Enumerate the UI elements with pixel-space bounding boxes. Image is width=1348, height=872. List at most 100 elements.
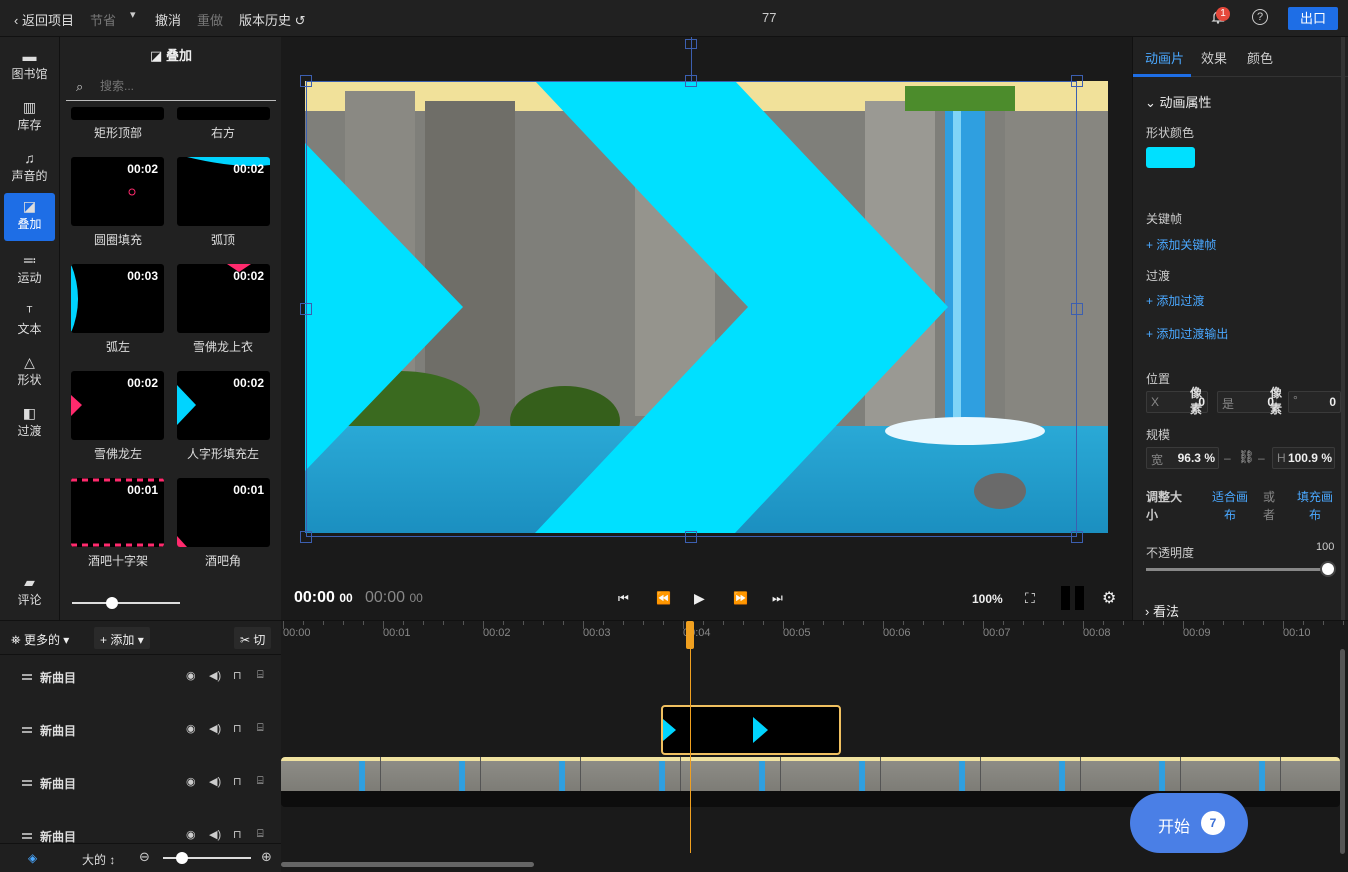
position-y-field[interactable]: 是 0 — [1217, 391, 1277, 413]
help-icon[interactable]: ? — [1252, 9, 1268, 25]
track-header[interactable]: 新曲目 ◉ ◀) ⊓ ⌸ — [0, 828, 281, 844]
drag-handle-icon[interactable] — [22, 727, 32, 733]
tab-color[interactable]: 颜色 — [1247, 48, 1273, 67]
overlay-tile-chevron-fill-left[interactable]: 00:02 — [177, 371, 270, 440]
split-view-icon[interactable] — [1061, 586, 1070, 610]
save-button[interactable]: 节省 — [90, 10, 116, 29]
overlay-tile-circle-fill[interactable]: 00:02 — [71, 157, 164, 226]
overlay-tile-bar-cross[interactable]: 00:01 — [71, 478, 164, 547]
add-keyframe-button[interactable]: + 添加关键帧 — [1146, 236, 1216, 253]
lock-icon[interactable]: ⊓ — [233, 775, 242, 788]
tab-effects[interactable]: 效果 — [1201, 48, 1227, 67]
volume-icon[interactable]: ◀) — [209, 722, 221, 735]
overlay-tile-chevron-top[interactable]: 00:02 — [177, 264, 270, 333]
settings-gear-icon[interactable]: ⚙ — [1102, 588, 1116, 608]
zoom-slider-handle[interactable] — [176, 852, 188, 864]
track-header[interactable]: 新曲目 ◉ ◀) ⊓ ⌸ — [0, 669, 281, 722]
overlay-tile-partial[interactable] — [177, 107, 270, 120]
animation-properties-header[interactable]: ⌄ 动画属性 — [1145, 92, 1212, 111]
lock-icon[interactable]: ⊓ — [233, 722, 242, 735]
fit-canvas-button[interactable]: 适合画布 — [1211, 488, 1249, 524]
scale-height-field[interactable]: H 100.9 % — [1272, 447, 1335, 469]
timeline-vertical-scrollbar[interactable] — [1340, 649, 1345, 854]
lock-icon[interactable]: ⊓ — [233, 669, 242, 682]
zoom-out-icon[interactable]: ⊖ — [139, 849, 150, 865]
volume-icon[interactable]: ◀) — [209, 669, 221, 682]
layers-icon[interactable]: ◈ — [28, 851, 37, 865]
drag-handle-icon[interactable] — [22, 674, 32, 680]
split-view-icon-right[interactable] — [1075, 586, 1084, 610]
trash-icon[interactable]: ⌸ — [257, 775, 264, 788]
overlay-tile-arc-left[interactable]: 00:03 — [71, 264, 164, 333]
zoom-level[interactable]: 100% — [972, 592, 1003, 606]
resize-handle[interactable] — [300, 531, 312, 543]
rotate-handle[interactable] — [685, 39, 697, 49]
trash-icon[interactable]: ⌸ — [257, 722, 264, 735]
add-transition-button[interactable]: + 添加过渡 — [1146, 292, 1204, 309]
skip-end-icon[interactable]: ⏭ — [772, 591, 783, 606]
nav-comments[interactable]: ▰ 评论 — [4, 569, 55, 615]
save-dropdown-icon[interactable]: ▾ — [130, 8, 136, 21]
overlay-tile-partial[interactable] — [71, 107, 164, 120]
version-history-button[interactable]: 版本历史 ↺ — [239, 10, 306, 29]
fill-canvas-button[interactable]: 填充画布 — [1296, 488, 1334, 524]
volume-icon[interactable]: ◀) — [209, 828, 221, 841]
nav-overlay[interactable]: ◪ 叠加 — [4, 193, 55, 241]
search-field[interactable]: ⌕ — [66, 73, 276, 101]
redo-button[interactable]: 重做 — [197, 10, 223, 29]
add-track-button[interactable]: + 添加 ▾ — [94, 627, 150, 649]
resize-handle[interactable] — [1071, 531, 1083, 543]
eye-icon[interactable]: ◉ — [186, 828, 196, 841]
resize-handle[interactable] — [300, 303, 312, 315]
zoom-in-icon[interactable]: ⊕ — [261, 849, 272, 865]
playhead-handle[interactable] — [686, 621, 694, 649]
scale-width-field[interactable]: 宽 96.3 % — [1146, 447, 1219, 469]
opacity-handle[interactable] — [1320, 561, 1336, 577]
timeline-ruler[interactable]: 00:00 00:01 00:02 00:03 00:04 00:05 00:06 00:07… — [281, 621, 1348, 643]
thumbnail-size-slider[interactable] — [72, 602, 180, 604]
track-header[interactable]: 新曲目 ◉ ◀) ⊓ ⌸ — [0, 775, 281, 828]
drag-handle-icon[interactable] — [22, 833, 32, 839]
fast-forward-icon[interactable]: ⏩ — [733, 591, 748, 605]
undo-button[interactable]: 撤消 — [155, 10, 181, 29]
add-transition-out-button[interactable]: + 添加过渡输出 — [1146, 325, 1228, 342]
eye-icon[interactable]: ◉ — [186, 722, 196, 735]
export-button[interactable]: 出口 — [1288, 7, 1338, 30]
look-section-header[interactable]: › 看法 — [1145, 601, 1179, 620]
nav-text[interactable]: ᵀ 文本 — [4, 298, 55, 344]
trash-icon[interactable]: ⌸ — [257, 828, 264, 841]
play-icon[interactable]: ▶ — [694, 590, 705, 607]
overlay-tile-chevron-left[interactable]: 00:02 — [71, 371, 164, 440]
drag-handle-icon[interactable] — [22, 780, 32, 786]
overlay-clip[interactable] — [661, 705, 841, 755]
nav-library[interactable]: ▬ 图书馆 — [4, 43, 55, 89]
shape-color-swatch[interactable] — [1146, 147, 1195, 168]
resize-handle[interactable] — [1071, 303, 1083, 315]
start-button[interactable]: 开始 7 — [1130, 793, 1248, 853]
resize-handle[interactable] — [300, 75, 312, 87]
resize-handle[interactable] — [1071, 75, 1083, 87]
nav-motion[interactable]: ≕ 运动 — [4, 247, 55, 293]
search-input[interactable] — [100, 77, 260, 95]
nav-transition[interactable]: ◧ 过渡 — [4, 400, 55, 446]
lock-icon[interactable]: ⊓ — [233, 828, 242, 841]
tab-animation[interactable]: 动画片 — [1145, 48, 1184, 67]
rewind-icon[interactable]: ⏪ — [656, 591, 671, 605]
resize-handle[interactable] — [685, 75, 697, 87]
back-button[interactable]: ‹ 返回项目 — [14, 10, 74, 29]
slider-handle[interactable] — [106, 597, 118, 609]
nav-stock[interactable]: ▥ 库存 — [4, 94, 55, 140]
rotation-field[interactable]: ° 0 — [1288, 391, 1341, 413]
eye-icon[interactable]: ◉ — [186, 669, 196, 682]
volume-icon[interactable]: ◀) — [209, 775, 221, 788]
more-button[interactable]: ⛯ 更多的 ▾ — [11, 631, 69, 648]
link-icon[interactable]: ⛓ — [1238, 449, 1255, 465]
cut-button[interactable]: ✂ 切 — [234, 627, 272, 649]
timeline-horizontal-scrollbar[interactable] — [281, 862, 534, 867]
panel-scrollbar[interactable] — [1341, 37, 1345, 620]
resize-handle[interactable] — [685, 531, 697, 543]
fullscreen-icon[interactable]: ⛶ — [1025, 590, 1035, 607]
nav-shape[interactable]: △ 形状 — [4, 349, 55, 395]
track-header[interactable]: 新曲目 ◉ ◀) ⊓ ⌸ — [0, 722, 281, 775]
overlay-tile-bar-corner[interactable]: 00:01 — [177, 478, 270, 547]
